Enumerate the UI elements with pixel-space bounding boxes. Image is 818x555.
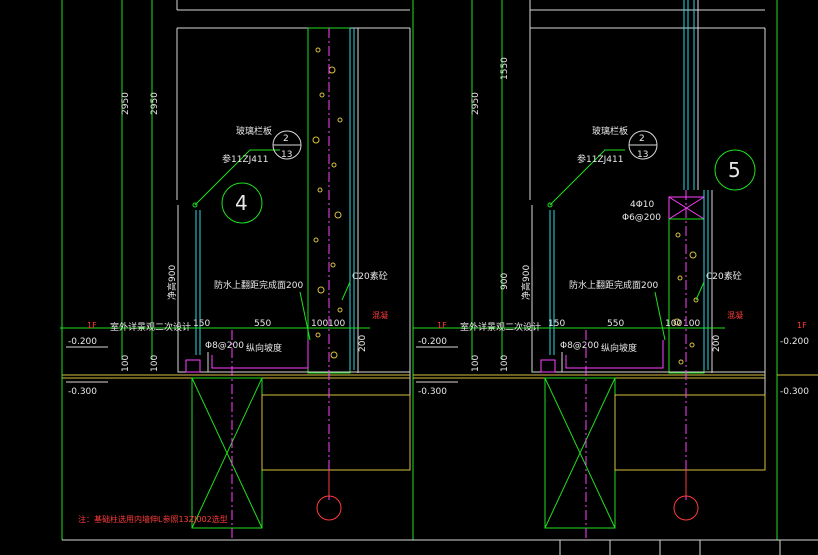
title-block [62, 539, 818, 555]
dim-150: 150 [548, 319, 565, 329]
dim-550: 550 [607, 319, 624, 329]
dim-100-left2: 100 [150, 355, 160, 372]
outdoor-note: 室外详景观二次设计 [110, 321, 191, 333]
note-ref: 参11ZJ411 [577, 153, 623, 165]
waterproof-note: 防水上翻距完成面200 [214, 279, 303, 291]
concrete-note: C20素砼 [706, 270, 742, 282]
dim-150: 150 [193, 319, 210, 329]
ground-line [177, 358, 410, 373]
cad-drawing-canvas[interactable]: 玻璃栏板 参11ZJ411 2 13 4 2950 2950 净高900 100… [0, 0, 818, 555]
dim-200: 200 [712, 335, 722, 352]
dim-2950-b: 2950 [150, 92, 160, 115]
label-red: 混凝 [372, 310, 388, 320]
label-red: 混凝 [727, 310, 743, 320]
level-1f: 1F [437, 321, 447, 330]
dim-550: 550 [254, 319, 271, 329]
level-a: -0.200 [418, 337, 447, 347]
note-glass: 玻璃栏板 [592, 125, 628, 137]
dim-100b: 100 [328, 319, 345, 329]
dim-900: 900 [500, 273, 510, 290]
railing-base [540, 359, 556, 373]
drain-note: 纵向坡度 [246, 342, 282, 354]
level-b: -0.300 [418, 387, 447, 397]
detail-number: 5 [728, 158, 741, 182]
dim-100a: 100 [311, 319, 328, 329]
outdoor-note: 室外详景观二次设计 [460, 321, 541, 333]
level-a: -0.200 [68, 337, 97, 347]
dim-100a: 100 [665, 319, 682, 329]
wall-column [668, 218, 705, 374]
dim-2950: 2950 [471, 92, 481, 115]
net-height: 净高900 [520, 265, 532, 300]
level-1f: 1F [797, 321, 807, 330]
waterproof-note: 防水上翻距完成面200 [569, 279, 658, 291]
note-ref: 参11ZJ411 [222, 153, 268, 165]
detail-4: 玻璃栏板 参11ZJ411 2 13 4 2950 2950 净高900 100… [60, 0, 411, 540]
drain-note: 纵向坡度 [601, 342, 637, 354]
bottom-note: 注：基础柱选用内墙伸L参照13ZJ002选型 [78, 514, 228, 524]
dim-1550: 1550 [500, 57, 510, 80]
railing-base [185, 359, 201, 373]
ref-top: 2 [283, 134, 289, 144]
leader-line [654, 291, 666, 341]
detail-5: 4Φ10 Φ6@200 5 玻璃栏板 参11ZJ411 2 13 1550 29… [412, 0, 766, 540]
level-1f: 1F [87, 321, 97, 330]
ground-line [531, 358, 765, 373]
dim-2950-a: 2950 [121, 92, 131, 115]
level-a: -0.200 [780, 337, 809, 347]
rebar-top2: Φ6@200 [622, 213, 661, 223]
rebar-note: Φ8@200 [560, 341, 599, 351]
rebar-top1: 4Φ10 [630, 200, 655, 210]
level-b: -0.300 [780, 387, 809, 397]
ref-bottom: 13 [281, 150, 292, 160]
next-detail-edge: 1F -0.200 -0.300 [776, 0, 818, 540]
concrete-note: C20素砼 [352, 270, 388, 282]
dim-100-left: 100 [121, 355, 131, 372]
level-b: -0.300 [68, 387, 97, 397]
detail-number: 4 [235, 191, 248, 215]
soil-fill [261, 394, 411, 471]
dim-200: 200 [358, 335, 368, 352]
dim-100-left2: 100 [500, 355, 510, 372]
rebar-note: Φ8@200 [205, 341, 244, 351]
ref-bottom: 13 [637, 150, 648, 160]
note-glass: 玻璃栏板 [236, 125, 272, 137]
ref-top: 2 [639, 134, 645, 144]
dim-100-left: 100 [471, 355, 481, 372]
soil-fill [614, 394, 766, 471]
net-height: 净高900 [166, 265, 178, 300]
